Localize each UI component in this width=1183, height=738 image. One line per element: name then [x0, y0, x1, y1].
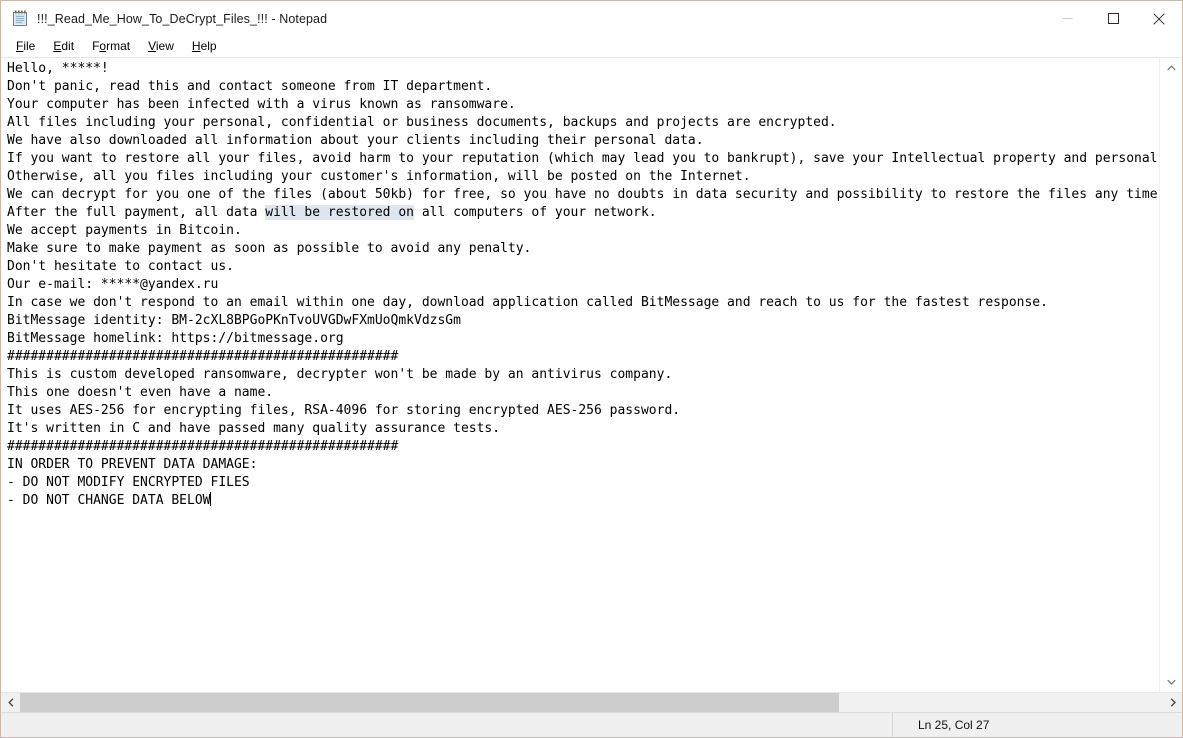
notepad-icon	[12, 10, 29, 27]
text-line: BitMessage identity: BM-2cXL8BPGoPKnTvoU…	[7, 313, 461, 328]
text-line: - DO NOT CHANGE DATA BELOW	[7, 492, 211, 508]
status-position: Ln 25, Col 27	[892, 713, 1182, 737]
scroll-up-button[interactable]	[1160, 58, 1182, 78]
text-line: - DO NOT MODIFY ENCRYPTED FILES	[7, 475, 250, 490]
text-line: It's written in C and have passed many q…	[7, 421, 501, 436]
minimize-button[interactable]	[1044, 1, 1090, 36]
text-line: Make sure to make payment as soon as pos…	[7, 241, 532, 256]
text-line: Hello, *****!	[7, 61, 109, 76]
text-line: BitMessage homelink: https://bitmessage.…	[7, 331, 344, 346]
window-title: !!!_Read_Me_How_To_DeCrypt_Files_!!! - N…	[37, 11, 328, 26]
vertical-scroll-track[interactable]	[1160, 78, 1182, 672]
text-line: All files including your personal, confi…	[7, 115, 837, 130]
horizontal-scrollbar[interactable]	[1, 692, 1182, 712]
menu-item-edit[interactable]: Edit	[44, 37, 83, 56]
text-line: We can decrypt for you one of the files …	[7, 187, 1158, 202]
editor-area: Hello, *****! Don't panic, read this and …	[1, 57, 1182, 692]
menu-bar: File Edit Format View Help	[1, 36, 1182, 57]
text-line: This one doesn't even have a name.	[7, 385, 274, 400]
status-bar: Ln 25, Col 27	[1, 712, 1182, 737]
menu-item-file[interactable]: File	[7, 37, 44, 56]
notepad-window: !!!_Read_Me_How_To_DeCrypt_Files_!!! - N…	[0, 0, 1183, 738]
text-line: After the full payment, all data will be…	[7, 205, 657, 220]
text-caret	[209, 492, 211, 506]
scroll-left-button[interactable]	[1, 693, 20, 712]
text-line: ########################################…	[7, 349, 399, 364]
menu-item-help[interactable]: Help	[183, 37, 226, 56]
text-line: It uses AES-256 for encrypting files, RS…	[7, 403, 681, 418]
window-controls	[1044, 1, 1182, 36]
text-line: Our e-mail: *****@yandex.ru	[7, 277, 219, 292]
text-line: We accept payments in Bitcoin.	[7, 223, 242, 238]
title-bar[interactable]: !!!_Read_Me_How_To_DeCrypt_Files_!!! - N…	[1, 1, 1182, 36]
close-button[interactable]	[1136, 1, 1182, 36]
text-line: This is custom developed ransomware, dec…	[7, 367, 673, 382]
scroll-right-button[interactable]	[1163, 693, 1182, 712]
text-line: ########################################…	[7, 439, 399, 454]
text-line: Don't hesitate to contact us.	[7, 259, 234, 274]
text-line: Otherwise, all you files including your …	[7, 169, 751, 184]
menu-item-view[interactable]: View	[139, 37, 183, 56]
text-selection: will be restored on	[265, 205, 414, 220]
horizontal-scroll-thumb[interactable]	[20, 693, 839, 712]
horizontal-scroll-track[interactable]	[20, 693, 1163, 712]
vertical-scrollbar[interactable]	[1159, 58, 1182, 692]
menu-item-format[interactable]: Format	[83, 37, 139, 56]
text-editor[interactable]: Hello, *****! Don't panic, read this and …	[1, 58, 1159, 692]
text-line: Don't panic, read this and contact someo…	[7, 79, 493, 94]
text-line: In case we don't respond to an email wit…	[7, 295, 1048, 310]
text-line: IN ORDER TO PREVENT DATA DAMAGE:	[7, 457, 258, 472]
maximize-button[interactable]	[1090, 1, 1136, 36]
scroll-down-button[interactable]	[1160, 672, 1182, 692]
text-line: We have also downloaded all information …	[7, 133, 704, 148]
text-line: Your computer has been infected with a v…	[7, 97, 516, 112]
text-line: If you want to restore all your files, a…	[7, 151, 1158, 166]
